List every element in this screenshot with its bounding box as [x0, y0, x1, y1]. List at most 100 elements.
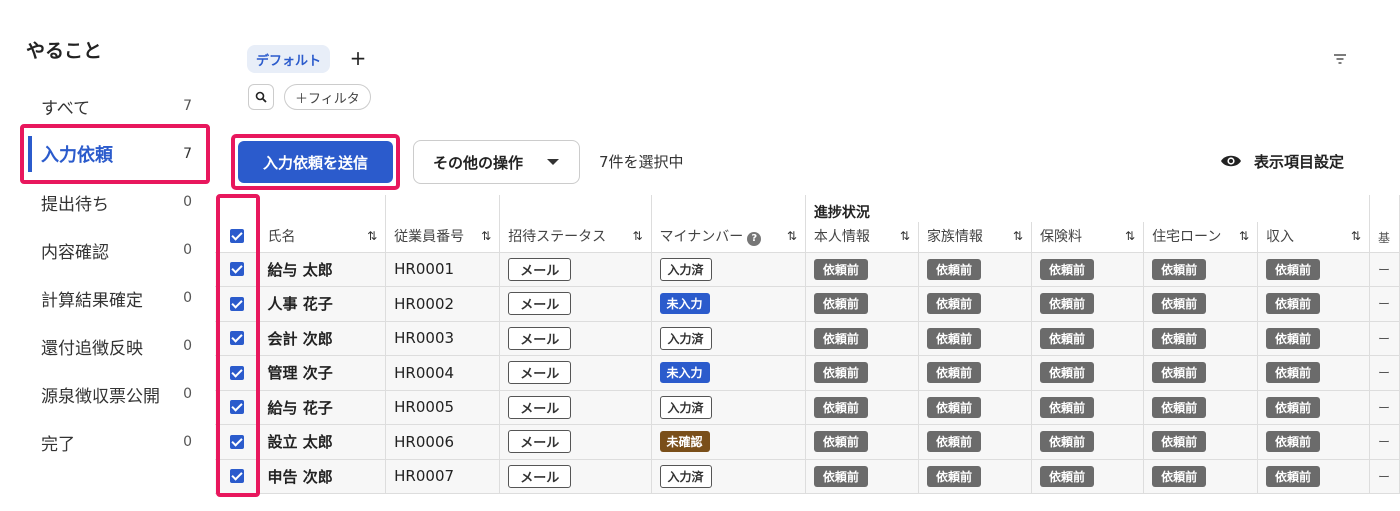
- sidebar-item-calc-confirm[interactable]: 計算結果確定 0: [26, 274, 200, 322]
- family-info-badge: 依頼前: [926, 293, 981, 315]
- row-checkbox[interactable]: [215, 459, 260, 494]
- sidebar-item-awaiting-submission[interactable]: 提出待ち 0: [26, 178, 200, 226]
- invite-status-chip[interactable]: メール: [508, 395, 572, 419]
- search-button[interactable]: [248, 84, 274, 110]
- my-number-badge: 入力済: [659, 257, 712, 281]
- row-checkbox[interactable]: [215, 424, 260, 460]
- checkbox-checked-icon: [229, 331, 244, 346]
- column-header-invite-status[interactable]: 招待ステータス ⇅: [499, 222, 652, 253]
- column-header-employee-no[interactable]: 従業員番号 ⇅: [385, 222, 501, 253]
- sidebar-item-count: 0: [183, 338, 192, 354]
- table-row[interactable]: 設立 太郎 HR0006 メール 未確認 依頼前 依頼前 依頼前 依頼前 依頼前…: [215, 424, 1400, 460]
- column-header-housing-loan[interactable]: 住宅ローン ⇅: [1143, 222, 1259, 253]
- sidebar-item-withholding-publish[interactable]: 源泉徴収票公開 0: [26, 370, 200, 418]
- invite-status-chip[interactable]: メール: [508, 326, 572, 350]
- other-actions-label: その他の操作: [433, 153, 524, 172]
- employee-name[interactable]: 申告 次郎: [267, 468, 332, 486]
- table-row[interactable]: 給与 花子 HR0005 メール 入力済 依頼前 依頼前 依頼前 依頼前 依頼前…: [215, 390, 1400, 425]
- table-row[interactable]: 管理 次子 HR0004 メール 未入力 依頼前 依頼前 依頼前 依頼前 依頼前…: [215, 355, 1400, 391]
- insurance-badge: 依頼前: [1039, 258, 1094, 280]
- checkbox-checked-icon: [229, 434, 244, 449]
- self-info-badge: 依頼前: [813, 327, 868, 349]
- sort-icon[interactable]: ⇅: [1239, 229, 1249, 243]
- add-tab-button[interactable]: +: [348, 46, 368, 70]
- family-info-badge: 依頼前: [926, 327, 981, 349]
- sidebar-item-input-request[interactable]: 入力依頼 7: [26, 130, 200, 178]
- sort-icon[interactable]: ⇅: [367, 229, 377, 243]
- table-row[interactable]: 人事 花子 HR0002 メール 未入力 依頼前 依頼前 依頼前 依頼前 依頼前…: [215, 286, 1400, 322]
- sort-icon[interactable]: ⇅: [1351, 229, 1361, 243]
- sort-icon[interactable]: ⇅: [787, 229, 797, 243]
- sidebar-item-count: 0: [183, 194, 192, 210]
- employee-name[interactable]: 給与 太郎: [267, 261, 332, 279]
- employee-number: HR0001: [394, 260, 455, 279]
- column-header-self-info[interactable]: 本人情報 ⇅: [805, 222, 919, 253]
- column-header-family-info[interactable]: 家族情報 ⇅: [918, 222, 1032, 253]
- sidebar-item-label: 内容確認: [41, 242, 109, 263]
- table-row[interactable]: 申告 次郎 HR0007 メール 入力済 依頼前 依頼前 依頼前 依頼前 依頼前…: [215, 459, 1400, 494]
- family-info-badge: 依頼前: [926, 258, 981, 280]
- column-header-income[interactable]: 収入 ⇅: [1257, 222, 1370, 253]
- row-checkbox[interactable]: [215, 355, 260, 391]
- help-icon[interactable]: ?: [747, 231, 762, 246]
- housing-loan-badge: 依頼前: [1152, 258, 1207, 280]
- table-row[interactable]: 給与 太郎 HR0001 メール 入力済 依頼前 依頼前 依頼前 依頼前 依頼前…: [215, 252, 1400, 287]
- employee-name[interactable]: 管理 次子: [267, 364, 332, 382]
- invite-status-chip[interactable]: メール: [508, 257, 572, 281]
- send-input-request-button[interactable]: 入力依頼を送信: [238, 141, 393, 183]
- progress-group-header: 進捗状況: [805, 195, 1370, 222]
- my-number-badge: 入力済: [659, 326, 712, 350]
- sort-lines-icon: [1334, 54, 1346, 64]
- column-header-my-number[interactable]: マイナンバー? ⇅: [651, 222, 806, 253]
- income-badge: 依頼前: [1266, 258, 1321, 280]
- display-settings-label: 表示項目設定: [1254, 152, 1345, 171]
- sort-icon[interactable]: ⇅: [1125, 229, 1135, 243]
- extra-cell: ー: [1369, 390, 1400, 425]
- row-checkbox[interactable]: [215, 286, 260, 322]
- invite-status-chip[interactable]: メール: [508, 361, 572, 385]
- display-settings-button[interactable]: 表示項目設定: [1220, 150, 1344, 172]
- sort-icon[interactable]: ⇅: [632, 229, 642, 243]
- invite-status-chip[interactable]: メール: [508, 464, 572, 488]
- invite-status-chip[interactable]: メール: [508, 430, 572, 454]
- sort-icon[interactable]: ⇅: [481, 229, 491, 243]
- row-checkbox[interactable]: [215, 252, 260, 287]
- income-badge: 依頼前: [1266, 327, 1321, 349]
- employee-name[interactable]: 設立 太郎: [267, 433, 332, 451]
- extra-cell: ー: [1369, 286, 1400, 322]
- extra-cell: ー: [1369, 252, 1400, 287]
- row-checkbox[interactable]: [215, 390, 260, 425]
- column-header-name[interactable]: 氏名 ⇅: [258, 222, 387, 253]
- income-badge: 依頼前: [1266, 293, 1321, 315]
- sort-icon[interactable]: ⇅: [1013, 229, 1023, 243]
- sidebar-item-content-review[interactable]: 内容確認 0: [26, 226, 200, 274]
- other-actions-dropdown[interactable]: その他の操作: [413, 140, 580, 184]
- sidebar-item-complete[interactable]: 完了 0: [26, 418, 200, 466]
- invite-status-chip[interactable]: メール: [508, 292, 572, 316]
- sidebar-item-label: すべて: [41, 98, 91, 119]
- employee-number: HR0004: [394, 363, 455, 382]
- caret-down-icon: [547, 159, 559, 165]
- employee-number: HR0003: [394, 329, 455, 348]
- sidebar-item-all[interactable]: すべて 7: [26, 82, 200, 130]
- selection-count: 7件を選択中: [599, 153, 684, 171]
- sidebar-item-count: 0: [183, 434, 192, 450]
- self-info-badge: 依頼前: [813, 431, 868, 453]
- checkbox-checked-icon: [229, 400, 244, 415]
- employee-name[interactable]: 人事 花子: [267, 295, 332, 313]
- extra-cell: ー: [1369, 459, 1400, 494]
- tab-default[interactable]: デフォルト: [247, 45, 331, 73]
- employee-name[interactable]: 給与 花子: [267, 399, 332, 417]
- housing-loan-badge: 依頼前: [1152, 327, 1207, 349]
- column-header-insurance[interactable]: 保険料 ⇅: [1031, 222, 1145, 253]
- add-filter-button[interactable]: ＋フィルタ: [284, 84, 371, 110]
- sidebar-item-refund-reflect[interactable]: 還付追徴反映 0: [26, 322, 200, 370]
- row-checkbox[interactable]: [215, 321, 260, 356]
- select-all-checkbox[interactable]: [215, 222, 260, 253]
- sort-icon[interactable]: ⇅: [900, 229, 910, 243]
- employee-name[interactable]: 会計 次郎: [267, 330, 332, 348]
- table-row[interactable]: 会計 次郎 HR0003 メール 入力済 依頼前 依頼前 依頼前 依頼前 依頼前…: [215, 321, 1400, 356]
- column-header-extra[interactable]: 基: [1369, 222, 1400, 253]
- insurance-badge: 依頼前: [1039, 396, 1094, 418]
- sort-menu-button[interactable]: [1333, 50, 1351, 66]
